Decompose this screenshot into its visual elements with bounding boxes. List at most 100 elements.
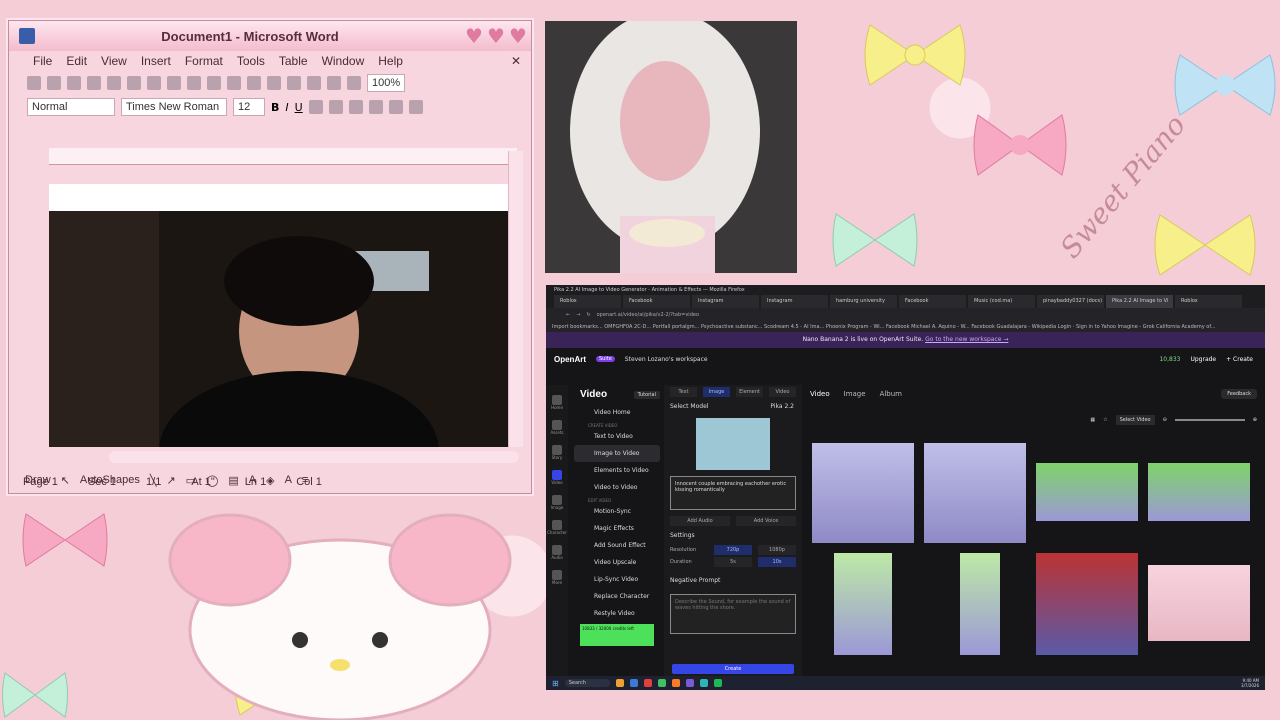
add-audio-toggle[interactable]: Add Audio xyxy=(670,516,730,526)
vertical-scrollbar[interactable] xyxy=(508,151,523,447)
openart-logo[interactable]: OpenArt xyxy=(554,355,586,364)
font-color-icon[interactable] xyxy=(408,100,423,114)
address-bar[interactable]: ← → ↻ openart.ai/video/ai/pika/v2-2/?tab… xyxy=(546,308,1265,322)
more-icon[interactable] xyxy=(552,570,562,580)
sidebar-item-video-home[interactable]: Video Home xyxy=(574,404,660,421)
credits-count[interactable]: 10,833 xyxy=(1159,356,1180,363)
tab-element[interactable]: Element xyxy=(736,387,763,397)
menu-view[interactable]: View xyxy=(101,54,127,68)
taskbar-search[interactable]: Search xyxy=(564,679,610,687)
generate-button[interactable]: Create xyxy=(672,664,794,674)
bookmarks-bar[interactable]: Import bookmarks... OMFGHF0A 2C-D... Por… xyxy=(546,322,1265,332)
format-painter-icon[interactable] xyxy=(247,76,261,90)
paste-icon[interactable] xyxy=(227,76,241,90)
browser-tab[interactable]: pinaybaddy0327 (docs) xyxy=(1037,295,1104,308)
browser-tab[interactable]: Facebook xyxy=(623,295,690,308)
sidebar-item-text-to-video[interactable]: Text to Video xyxy=(574,428,660,445)
cut-icon[interactable] xyxy=(187,76,201,90)
taskbar-app-icon[interactable] xyxy=(657,679,666,687)
word-titlebar[interactable]: Document1 - Microsoft Word ♥ ♥ ♥ xyxy=(9,21,531,51)
style-combo[interactable]: Normal xyxy=(27,98,115,116)
italic-button[interactable]: I xyxy=(285,101,288,114)
browser-tab[interactable]: Roblox xyxy=(1175,295,1242,308)
sidebar-item-video-upscale[interactable]: Video Upscale xyxy=(574,554,660,571)
taskbar-app-icon[interactable] xyxy=(615,679,624,687)
tab-video[interactable]: Video xyxy=(769,387,796,397)
taskbar-app-icon[interactable] xyxy=(671,679,680,687)
font-size-combo[interactable]: 12 xyxy=(233,98,265,116)
model-dropdown[interactable]: Pika 2.2 xyxy=(770,403,794,410)
grid-view-icon[interactable]: ▦ xyxy=(1090,417,1095,423)
menu-tools[interactable]: Tools xyxy=(237,54,265,68)
resolution-720p[interactable]: 720p xyxy=(714,545,752,555)
audio-icon[interactable] xyxy=(552,545,562,555)
sidebar-item-image-to-video[interactable]: Image to Video xyxy=(574,445,660,462)
spelling-icon[interactable] xyxy=(147,76,161,90)
negative-prompt-heading[interactable]: Negative Prompt xyxy=(664,573,802,588)
image-icon[interactable] xyxy=(552,495,562,505)
browser-tab[interactable]: Facebook xyxy=(899,295,966,308)
story-icon[interactable] xyxy=(552,445,562,455)
video-thumbnail[interactable] xyxy=(1148,565,1250,641)
zoom-out-icon[interactable]: ⊖ xyxy=(1163,417,1167,423)
character-icon[interactable] xyxy=(552,520,562,530)
video-thumbnail[interactable] xyxy=(834,553,892,655)
upgrade-button[interactable]: Upgrade xyxy=(1190,356,1216,363)
sidebar-item-add-sound-effect[interactable]: Add Sound Effect xyxy=(574,537,660,554)
uploaded-image[interactable] xyxy=(696,418,770,470)
gallery-tab-album[interactable]: Album xyxy=(880,390,902,398)
justify-icon[interactable] xyxy=(368,100,383,114)
taskbar-app-icon[interactable] xyxy=(699,679,708,687)
workspace-selector[interactable]: Steven Lozano's workspace xyxy=(625,356,708,363)
gallery-tab-video[interactable]: Video xyxy=(810,390,830,398)
sidebar-item-magic-effects[interactable]: Magic Effects xyxy=(574,520,660,537)
banner-link[interactable]: Go to the new workspace → xyxy=(925,336,1008,343)
tutorial-button[interactable]: Tutorial xyxy=(633,390,660,399)
video-thumbnail[interactable] xyxy=(1036,553,1138,655)
word-window[interactable]: Document1 - Microsoft Word ♥ ♥ ♥ File Ed… xyxy=(8,20,532,494)
select-video-button[interactable]: Select Video xyxy=(1115,415,1155,425)
taskbar-app-icon[interactable] xyxy=(643,679,652,687)
print-icon[interactable] xyxy=(107,76,121,90)
copy-icon[interactable] xyxy=(207,76,221,90)
firefox-window[interactable]: Pika 2.2 AI Image to Video Generator - A… xyxy=(546,285,1265,690)
minimize-heart-icon[interactable]: ♥ xyxy=(465,26,483,46)
maximize-heart-icon[interactable]: ♥ xyxy=(487,26,505,46)
sidebar-item-elements-to-video[interactable]: Elements to Video xyxy=(574,462,660,479)
browser-tab[interactable]: Music (cod.ma) xyxy=(968,295,1035,308)
system-clock[interactable]: 9:40 AM 3/7/2026 xyxy=(1241,678,1265,688)
feedback-button[interactable]: Feedback xyxy=(1221,389,1257,399)
browser-tab[interactable]: Instagram xyxy=(692,295,759,308)
save-icon[interactable] xyxy=(67,76,81,90)
font-combo[interactable]: Times New Roman xyxy=(121,98,227,116)
highlight-icon[interactable] xyxy=(388,100,403,114)
settings-heading[interactable]: Settings xyxy=(664,528,802,543)
redo-icon[interactable] xyxy=(287,76,301,90)
browser-tab-active[interactable]: Pika 2.2 AI Image to Vi xyxy=(1106,295,1173,308)
create-button[interactable]: + Create xyxy=(1226,356,1253,363)
sidebar-item-motion-sync[interactable]: Motion-Sync xyxy=(574,503,660,520)
home-icon[interactable] xyxy=(552,395,562,405)
tab-image[interactable]: Image xyxy=(703,387,730,397)
menu-insert[interactable]: Insert xyxy=(141,54,171,68)
zoom-in-icon[interactable]: ⊕ xyxy=(1253,417,1257,423)
forward-icon[interactable]: → xyxy=(576,312,580,318)
undo-icon[interactable] xyxy=(267,76,281,90)
taskbar-app-icon[interactable] xyxy=(713,679,722,687)
hyperlink-icon[interactable] xyxy=(307,76,321,90)
menu-table[interactable]: Table xyxy=(279,54,308,68)
video-thumbnail[interactable] xyxy=(960,553,1000,655)
menu-window[interactable]: Window xyxy=(322,54,365,68)
browser-tab[interactable]: Instagram xyxy=(761,295,828,308)
browser-tab[interactable]: hamburg university xyxy=(830,295,897,308)
align-left-icon[interactable] xyxy=(308,100,323,114)
add-voice-toggle[interactable]: Add Voice xyxy=(736,516,796,526)
menu-format[interactable]: Format xyxy=(185,54,223,68)
duration-10s[interactable]: 10s xyxy=(758,557,796,567)
resolution-1080p[interactable]: 1080p xyxy=(758,545,796,555)
menu-file[interactable]: File xyxy=(33,54,52,68)
show-hide-icon[interactable] xyxy=(347,76,361,90)
prompt-input[interactable]: Innocent couple embracing eachother erot… xyxy=(670,476,796,510)
browser-tab[interactable]: Roblox xyxy=(554,295,621,308)
video-thumbnail[interactable] xyxy=(1036,463,1138,521)
